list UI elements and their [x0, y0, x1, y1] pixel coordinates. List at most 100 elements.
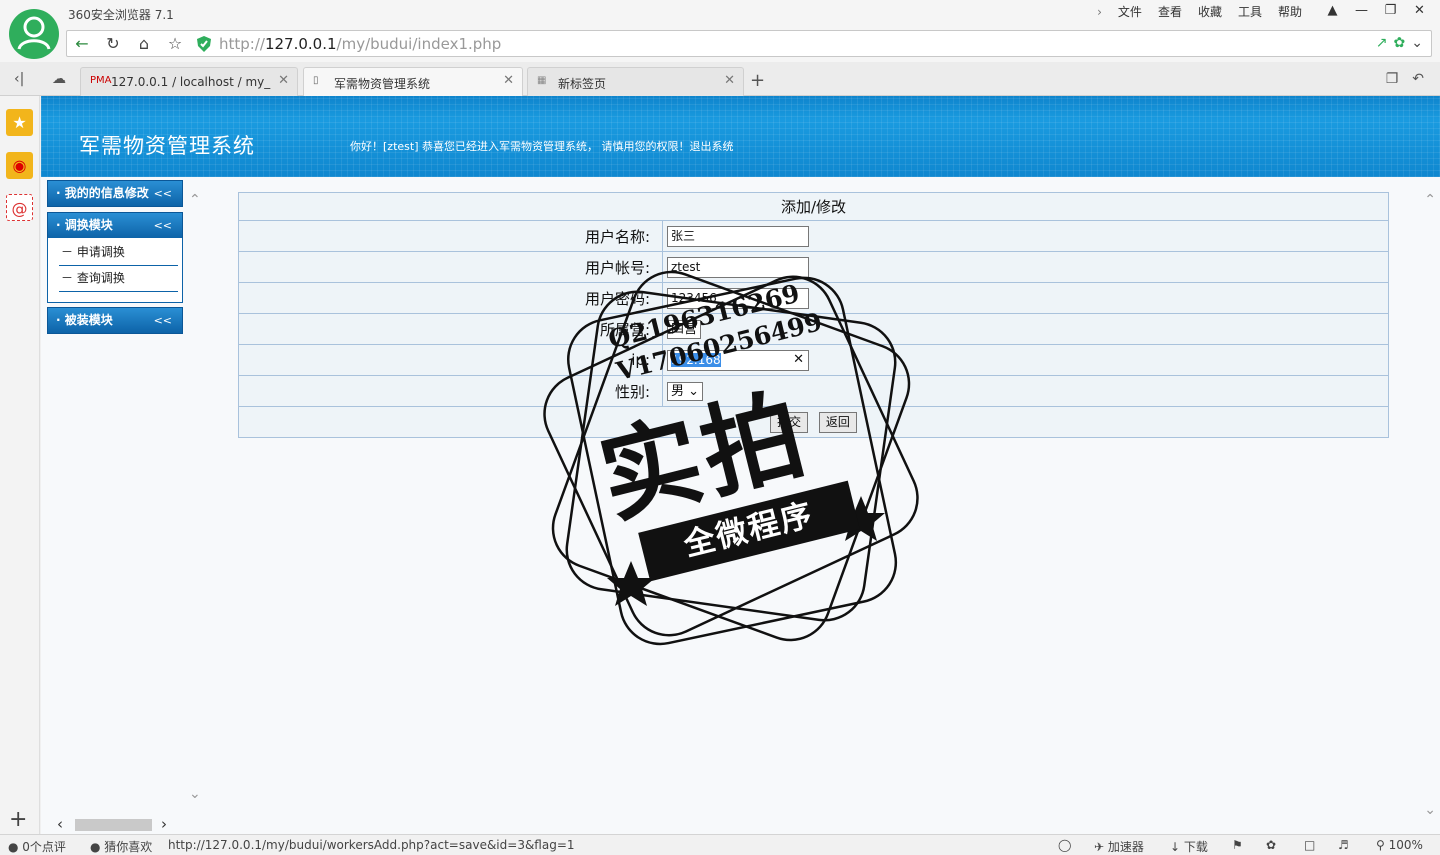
- scroll-up-icon[interactable]: ⌃: [189, 192, 201, 208]
- web-content: 军需物资管理系统 你好！[ztest] 恭喜您已经进入军需物资管理系统， 请慎用…: [41, 96, 1440, 834]
- close-window-button[interactable]: ✕: [1405, 2, 1434, 20]
- mail-icon[interactable]: @: [6, 194, 33, 221]
- chevron-right-icon[interactable]: ›: [1089, 4, 1110, 20]
- shield-icon: [197, 36, 211, 52]
- scroll-down-icon[interactable]: ⌄: [1424, 802, 1436, 818]
- user-avatar[interactable]: [9, 9, 59, 59]
- clear-icon[interactable]: ✕: [793, 352, 804, 367]
- menu-help[interactable]: 帮助: [1270, 4, 1310, 20]
- browser-menu: › 文件 查看 收藏 工具 帮助: [1089, 4, 1310, 20]
- undo-close-icon[interactable]: ↶: [1412, 71, 1424, 87]
- collapse-icon[interactable]: <<: [154, 308, 172, 333]
- menu-uniform-module[interactable]: · 被装模块 <<: [47, 307, 183, 334]
- cloud-icon[interactable]: ☁: [52, 71, 66, 87]
- menu-view[interactable]: 查看: [1150, 4, 1190, 20]
- gender-select[interactable]: 男 ⌄: [667, 382, 704, 401]
- ip-label: ip:: [238, 344, 663, 376]
- accelerator-button[interactable]: ✈ 加速器: [1094, 838, 1144, 855]
- form-row: 性别: 男 ⌄: [238, 375, 1389, 407]
- form-actions: 提交 返回: [238, 406, 1389, 438]
- menu-favorites[interactable]: 收藏: [1190, 4, 1230, 20]
- password-label: 用户密码:: [238, 282, 663, 314]
- scroll-right-icon[interactable]: ›: [161, 815, 167, 833]
- guess-like[interactable]: ● 猜你喜欢: [90, 838, 152, 855]
- tab-military-supplies[interactable]: ▯ 军需物资管理系统 ✕: [303, 67, 523, 97]
- account-label: 用户帐号:: [238, 251, 663, 283]
- exchange-submenu: － 申请调换 － 查询调换: [47, 238, 183, 303]
- flag-icon[interactable]: ⚑: [1232, 838, 1243, 852]
- chevron-down-icon: ⌄: [688, 384, 700, 399]
- minimize-button[interactable]: —: [1347, 2, 1376, 20]
- user-icon: [17, 16, 51, 50]
- scroll-thumb[interactable]: [75, 819, 152, 831]
- browser-title-bar: 360安全浏览器 7.1 › 文件 查看 收藏 工具 帮助 ▲ — ❐ ✕: [0, 0, 1440, 26]
- username-label: 用户名称:: [238, 220, 663, 252]
- volume-icon[interactable]: ♬: [1338, 838, 1349, 852]
- window-controls: ▲ — ❐ ✕: [1318, 2, 1434, 20]
- tab-list-icon[interactable]: ❐: [1386, 71, 1399, 87]
- comments-status[interactable]: ● 0个点评: [8, 838, 66, 855]
- close-tab-icon[interactable]: ✕: [724, 73, 735, 88]
- collapse-icon[interactable]: <<: [154, 213, 172, 238]
- submenu-apply-exchange[interactable]: － 申请调换: [59, 240, 178, 266]
- back-button[interactable]: 返回: [818, 411, 857, 433]
- speed-icon[interactable]: ◯: [1058, 838, 1071, 852]
- menu-exchange-module[interactable]: · 调换模块 <<: [47, 212, 183, 239]
- close-tab-icon[interactable]: ✕: [278, 73, 289, 88]
- scroll-up-icon[interactable]: ⌃: [1424, 192, 1436, 208]
- tab-bar: ‹| ☁ PMA 127.0.0.1 / localhost / my_b ✕ …: [0, 62, 1440, 97]
- horizontal-scrollbar[interactable]: ‹ ›: [47, 815, 203, 834]
- url-field[interactable]: http://127.0.0.1/my/budui/index1.php: [219, 35, 501, 53]
- side-dock: ★ ◉ @ +: [0, 96, 40, 834]
- form-title: 添加/修改: [238, 192, 1389, 221]
- address-box[interactable]: ← ↻ ⌂ ☆ http://127.0.0.1/my/budui/index1…: [66, 30, 1432, 57]
- address-bar: ← ↻ ⌂ ☆ http://127.0.0.1/my/budui/index1…: [0, 26, 1440, 62]
- zoom-level[interactable]: ⚲ 100%: [1376, 838, 1423, 852]
- ip-input[interactable]: 192.168 ✕: [667, 349, 809, 371]
- window-icon[interactable]: □: [1304, 838, 1315, 852]
- submit-button[interactable]: 提交: [770, 411, 809, 433]
- submenu-query-exchange[interactable]: － 查询调换: [59, 266, 178, 292]
- weibo-icon[interactable]: ◉: [6, 152, 33, 179]
- maximize-button[interactable]: ❐: [1376, 2, 1405, 20]
- collapse-icon[interactable]: <<: [154, 181, 172, 206]
- camp-label: 所属营:: [238, 313, 663, 345]
- site-title: 军需物资管理系统: [79, 134, 255, 158]
- browser-title: 360安全浏览器 7.1: [68, 8, 174, 22]
- favorites-star-icon[interactable]: ★: [6, 109, 33, 136]
- grid-icon: ▦: [537, 75, 547, 86]
- download-button[interactable]: ↓ 下载: [1170, 838, 1208, 855]
- add-icon[interactable]: +: [9, 807, 27, 832]
- new-tab-button[interactable]: +: [750, 70, 765, 91]
- star-icon[interactable]: ☆: [164, 34, 186, 54]
- menu-file[interactable]: 文件: [1110, 4, 1150, 20]
- tab-new-tab[interactable]: ▦ 新标签页 ✕: [527, 67, 744, 96]
- share-icon[interactable]: ↗: [1376, 35, 1388, 51]
- gender-label: 性别:: [238, 375, 663, 407]
- page-icon: ▯: [313, 75, 319, 86]
- scroll-left-icon[interactable]: ‹: [57, 815, 63, 833]
- close-tab-icon[interactable]: ✕: [503, 73, 514, 88]
- account-input[interactable]: ztest: [667, 256, 809, 278]
- username-input[interactable]: 张三: [667, 225, 809, 247]
- form-row: 用户密码: 123456: [238, 282, 1389, 314]
- welcome-message: 你好！[ztest] 恭喜您已经进入军需物资管理系统， 请慎用您的权限！退出系统: [350, 140, 734, 153]
- home-icon[interactable]: ⌂: [133, 34, 155, 54]
- status-bar: ● 0个点评 ● 猜你喜欢 http://127.0.0.1/my/budui/…: [0, 834, 1440, 855]
- scroll-down-icon[interactable]: ⌄: [189, 786, 201, 802]
- refresh-icon[interactable]: ↻: [102, 34, 124, 54]
- browser-leaf-icon[interactable]: ✿: [1266, 838, 1276, 852]
- leaf-icon[interactable]: ✿: [1394, 35, 1406, 51]
- back-arrow-icon[interactable]: ←: [71, 34, 93, 54]
- password-input[interactable]: 123456: [667, 287, 809, 309]
- tab-actions: ❐ ↶: [1386, 71, 1424, 87]
- menu-tools[interactable]: 工具: [1230, 4, 1270, 20]
- shirt-icon[interactable]: ▲: [1318, 2, 1347, 20]
- chevron-down-icon[interactable]: ⌄: [1411, 35, 1423, 51]
- tab-phpmyadmin[interactable]: PMA 127.0.0.1 / localhost / my_b ✕: [80, 67, 298, 96]
- camp-select[interactable]: 四营: [667, 320, 702, 339]
- menu-my-info[interactable]: · 我的的信息修改 <<: [47, 180, 183, 207]
- sidebar-toggle-icon[interactable]: ‹|: [14, 71, 24, 87]
- status-link: http://127.0.0.1/my/budui/workersAdd.php…: [168, 838, 575, 852]
- watermark-banner: 全微程序: [638, 480, 860, 582]
